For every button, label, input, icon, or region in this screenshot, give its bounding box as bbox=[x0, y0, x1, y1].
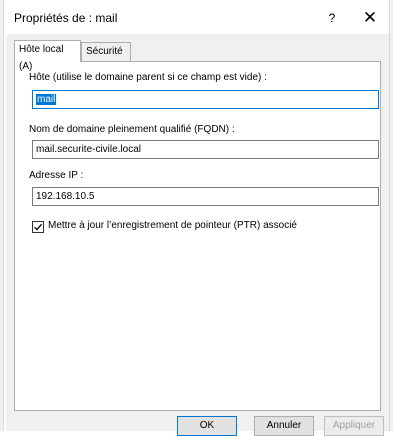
fqdn-label: Nom de domaine pleinement qualifié (FQDN… bbox=[29, 124, 235, 135]
ok-button[interactable]: OK bbox=[177, 416, 237, 436]
host-input[interactable]: mail bbox=[32, 90, 379, 109]
window-title: Propriétés de : mail bbox=[14, 11, 118, 25]
fqdn-input[interactable]: mail.securite-civile.local bbox=[32, 140, 379, 159]
tab-security[interactable]: Sécurité bbox=[81, 42, 131, 61]
host-input-value: mail bbox=[36, 94, 57, 105]
tab-panel-host-local: Hôte (utilise le domaine parent si ce ch… bbox=[14, 61, 381, 411]
background-window-edge-right bbox=[389, 0, 393, 431]
cancel-button[interactable]: Annuler bbox=[254, 416, 314, 436]
tab-host-local[interactable]: Hôte local (A) bbox=[14, 40, 81, 72]
apply-button[interactable]: Appliquer bbox=[324, 416, 384, 436]
close-button[interactable]: ✕ bbox=[358, 7, 382, 29]
help-button[interactable]: ? bbox=[324, 9, 340, 27]
ip-address-input[interactable]: 192.168.10.5 bbox=[32, 187, 379, 206]
title-bar[interactable]: Propriétés de : mail ? ✕ bbox=[6, 0, 389, 34]
host-label: Hôte (utilise le domaine parent si ce ch… bbox=[29, 72, 267, 83]
properties-dialog: Propriétés de : mail ? ✕ Hôte local (A) … bbox=[6, 0, 389, 436]
ip-address-label: Adresse IP : bbox=[29, 170, 84, 181]
ptr-checkbox-label[interactable]: Mettre à jour l’enregistrement de pointe… bbox=[48, 220, 297, 231]
background-window-edge-left bbox=[0, 0, 4, 431]
checkmark-icon bbox=[34, 223, 43, 231]
ptr-checkbox[interactable] bbox=[32, 221, 44, 233]
